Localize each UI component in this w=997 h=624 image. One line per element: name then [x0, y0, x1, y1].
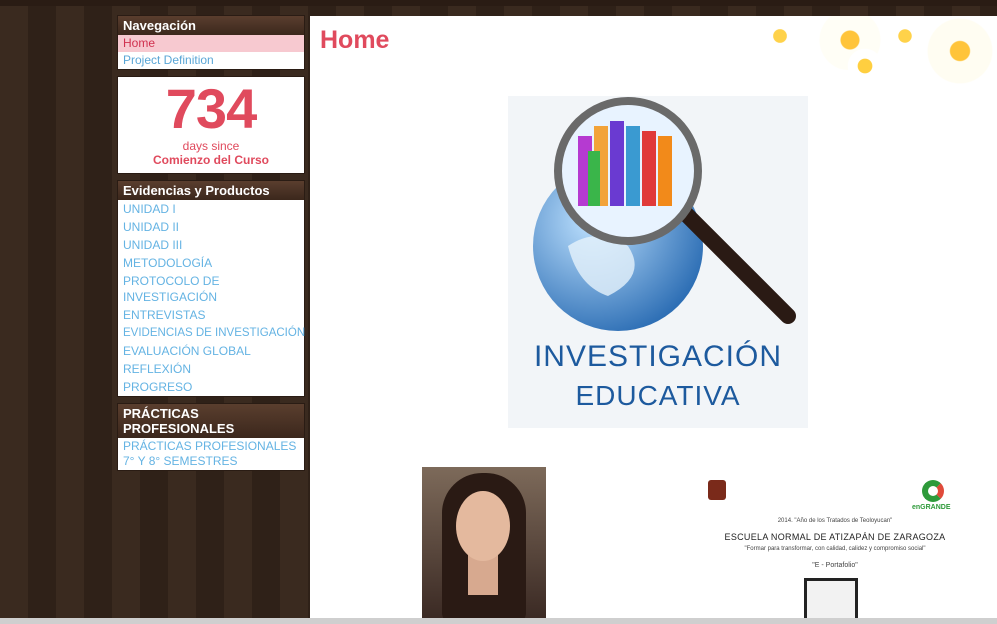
evidencias-item[interactable]: EVALUACIÓN GLOBAL [118, 342, 304, 360]
sidebar: Navegación Home Project Definition 734 d… [118, 16, 305, 478]
top-bar [0, 0, 997, 6]
hero-subtitle: EDUCATIVA [575, 380, 741, 411]
counter-label: days since [182, 139, 240, 153]
evidencias-title: Evidencias y Productos [118, 181, 304, 200]
page-title: Home [320, 26, 390, 54]
evidencias-item[interactable]: REFLEXIÓN [118, 360, 304, 378]
practicas-title: PRÁCTICAS PROFESIONALES [118, 404, 304, 438]
nav-item-project-definition[interactable]: Project Definition [118, 52, 304, 69]
doc-motto: "Formar para transformar, con calidad, c… [744, 546, 926, 552]
counter-widget: 734 days since Comienzo del Curso [118, 77, 304, 173]
engrande-logo-icon [922, 480, 944, 502]
evidencias-box: Evidencias y Productos UNIDAD I UNIDAD I… [118, 181, 305, 396]
bottom-bar [0, 618, 997, 624]
evidencias-item[interactable]: PROGRESO [118, 378, 304, 396]
nav-item-home[interactable]: Home [118, 35, 304, 52]
magnifier-globe-icon [533, 97, 796, 331]
document-preview: enGRANDE 2014. "Año de los Tratados de T… [700, 472, 970, 618]
counter-event: Comienzo del Curso [152, 153, 269, 167]
main-content: Home INVESTIGACIÓN EDUCATIVA enGRANDE 20… [310, 16, 997, 618]
evidencias-item[interactable]: PROTOCOLO DE INVESTIGACIÓN [118, 272, 304, 306]
school-seal-icon [804, 578, 858, 618]
hero-title: INVESTIGACIÓN [533, 340, 783, 373]
engrande-logo-text: enGRANDE [912, 504, 951, 511]
doc-portfolio-label: "E - Portafolio" [812, 562, 858, 569]
evidencias-item[interactable]: METODOLOGÍA [118, 254, 304, 272]
nav-title: Navegación [118, 16, 304, 35]
evidencias-item[interactable]: ENTREVISTAS [118, 306, 304, 324]
evidencias-item[interactable]: UNIDAD I [118, 200, 304, 218]
evidencias-item[interactable]: UNIDAD III [118, 236, 304, 254]
counter-value: 734 [165, 77, 257, 140]
evidencias-item[interactable]: EVIDENCIAS DE INVESTIGACIÓN [118, 324, 305, 342]
hero-image: INVESTIGACIÓN EDUCATIVA [508, 96, 808, 428]
doc-school-name: ESCUELA NORMAL DE ATIZAPÁN DE ZARAGOZA [724, 532, 946, 542]
practicas-item[interactable]: PRÁCTICAS PROFESIONALES 7° Y 8° SEMESTRE… [118, 438, 304, 470]
doc-year-line: 2014. "Año de los Tratados de Teoloyucan… [777, 518, 893, 524]
nav-box: Navegación Home Project Definition [118, 16, 304, 69]
crest-icon [708, 480, 726, 500]
profile-photo [422, 467, 546, 618]
practicas-box: PRÁCTICAS PROFESIONALES PRÁCTICAS PROFES… [118, 404, 304, 470]
evidencias-item[interactable]: UNIDAD II [118, 218, 304, 236]
